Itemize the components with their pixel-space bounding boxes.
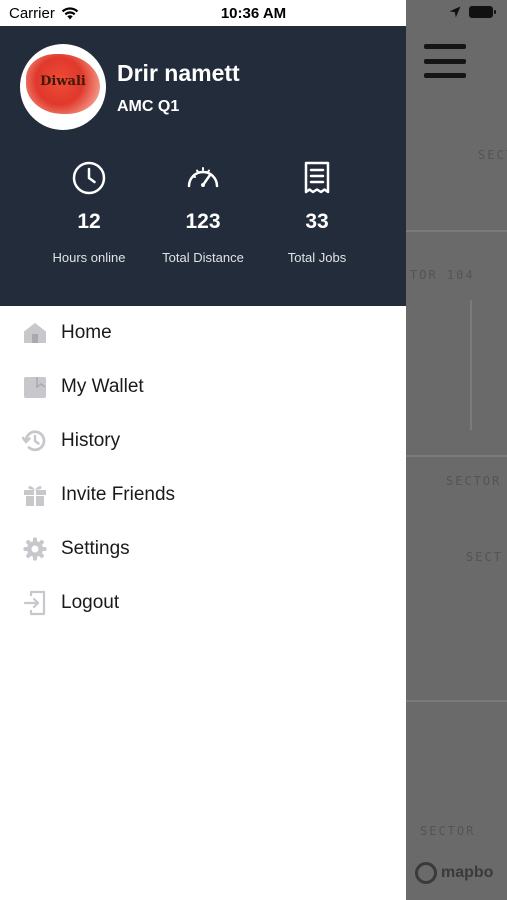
mapbox-attribution-text: mapbo	[441, 864, 494, 881]
stat-total-jobs: 33 Total Jobs	[252, 160, 382, 265]
gift-icon	[22, 482, 48, 508]
menu-item-logout[interactable]: Logout	[0, 576, 406, 630]
stat-label: Total Jobs	[287, 250, 347, 265]
stat-label: Total Distance	[162, 250, 244, 265]
home-icon	[22, 320, 48, 346]
logout-icon	[22, 590, 48, 616]
map-road	[406, 700, 507, 702]
stat-value: 123	[185, 210, 221, 233]
side-drawer: Diwali Drir namett AMC Q1 12 Hours onlin…	[0, 0, 406, 900]
menu-item-home[interactable]: Home	[0, 306, 406, 360]
map-road	[406, 230, 507, 232]
location-arrow-icon	[449, 6, 461, 18]
map-road	[406, 455, 507, 457]
menu-item-my-wallet[interactable]: My Wallet	[0, 360, 406, 414]
menu-item-label: Home	[61, 322, 112, 343]
wallet-icon	[22, 374, 48, 400]
map-sector-label: SECT	[466, 550, 503, 564]
map-road	[470, 300, 472, 430]
stat-value: 33	[305, 210, 329, 233]
speedometer-icon	[187, 167, 219, 188]
status-time: 10:36 AM	[220, 5, 287, 22]
driver-name: Drir namett	[117, 60, 240, 86]
profile-header: Diwali Drir namett AMC Q1 12 Hours onlin…	[0, 26, 406, 306]
clock-icon	[72, 161, 106, 195]
menu-item-label: My Wallet	[61, 376, 144, 397]
stat-hours-online: 12 Hours online	[24, 160, 154, 265]
menu-item-label: Logout	[61, 592, 120, 613]
mapbox-logo-icon	[415, 862, 437, 884]
menu-item-label: Settings	[61, 538, 130, 559]
menu-item-label: History	[61, 430, 121, 451]
stat-value: 12	[77, 210, 101, 233]
map-sector-label: SECTOR	[446, 474, 502, 488]
avatar-logo-text: Diwali	[40, 74, 86, 89]
hamburger-menu-icon[interactable]	[424, 44, 466, 78]
driver-subtitle: AMC Q1	[117, 98, 180, 115]
menu-item-label: Invite Friends	[61, 484, 176, 505]
stat-label: Hours online	[52, 250, 126, 265]
gear-icon	[22, 536, 48, 562]
stat-total-distance: 123 Total Distance	[138, 160, 268, 265]
menu-item-settings[interactable]: Settings	[0, 522, 406, 576]
history-icon	[22, 428, 48, 454]
menu-item-invite-friends[interactable]: Invite Friends	[0, 468, 406, 522]
map-sector-label: SECTO	[478, 148, 507, 162]
drawer-menu: Home My Wallet History Invite Friends Se…	[0, 306, 406, 630]
avatar[interactable]: Diwali	[20, 44, 106, 130]
menu-item-history[interactable]: History	[0, 414, 406, 468]
battery-icon	[469, 6, 496, 18]
status-bar: Carrier 10:36 AM	[0, 0, 507, 26]
map-sector-label: SECTOR	[420, 824, 476, 838]
mapbox-attribution[interactable]: mapbo	[415, 862, 493, 884]
map-sector-label: TOR 104	[410, 268, 475, 282]
receipt-icon	[304, 161, 330, 194]
